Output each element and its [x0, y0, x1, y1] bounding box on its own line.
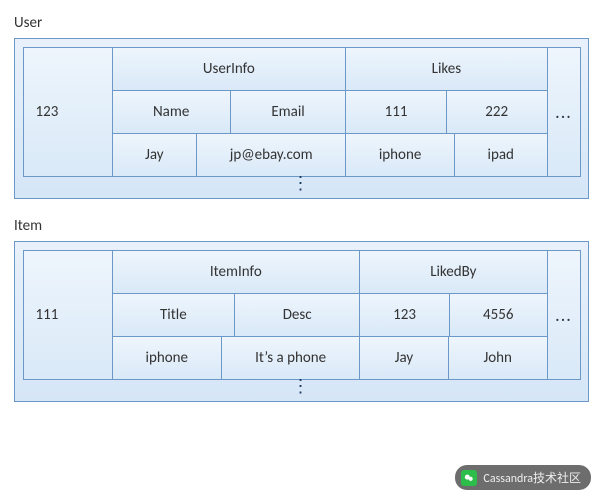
column-name: Email — [230, 90, 346, 134]
column-name: 111 — [345, 90, 447, 134]
column-value: It’s a phone — [221, 336, 360, 380]
column-name: Title — [112, 293, 236, 337]
watermark-badge: Cassandra技术社区 — [455, 465, 591, 490]
column-value: iphone — [112, 336, 223, 380]
column-value: Jay — [112, 133, 198, 177]
user-column-family: 123 UserInfo Name Email Jay jp@ebay.com … — [14, 38, 589, 199]
more-rows-ellipsis: ⋮ — [23, 178, 580, 194]
item-supercolumn-likedby: LikedBy 123 4556 Jay John — [360, 250, 547, 379]
column-name: 123 — [359, 293, 450, 337]
item-column-family: 111 ItemInfo Title Desc iphone It’s a ph… — [14, 241, 589, 402]
column-name: 4556 — [449, 293, 548, 337]
column-name: 222 — [446, 90, 548, 134]
column-value: ipad — [454, 133, 548, 177]
more-rows-ellipsis: ⋮ — [23, 381, 580, 397]
supercolumn-header: UserInfo — [112, 47, 347, 91]
supercolumn-header: Likes — [345, 47, 547, 91]
item-table-label: Item — [14, 217, 589, 235]
watermark-text: Cassandra技术社区 — [483, 469, 581, 486]
item-row-key: 111 — [23, 250, 113, 380]
user-supercolumn-userinfo: UserInfo Name Email Jay jp@ebay.com — [112, 47, 346, 176]
item-supercolumn-iteminfo: ItemInfo Title Desc iphone It’s a phone — [112, 250, 360, 379]
more-columns-ellipsis: ... — [547, 250, 581, 380]
user-table-label: User — [14, 14, 589, 32]
user-supercolumn-likes: Likes 111 222 iphone ipad — [346, 47, 547, 176]
wechat-icon — [461, 470, 477, 486]
supercolumn-header: ItemInfo — [112, 250, 361, 294]
column-name: Desc — [234, 293, 360, 337]
column-value: Jay — [359, 336, 449, 380]
user-row-key: 123 — [23, 47, 113, 177]
column-value: iphone — [345, 133, 455, 177]
column-value: jp@ebay.com — [196, 133, 346, 177]
column-name: Name — [112, 90, 231, 134]
column-value: John — [448, 336, 548, 380]
supercolumn-header: LikedBy — [359, 250, 547, 294]
more-columns-ellipsis: ... — [547, 47, 581, 177]
